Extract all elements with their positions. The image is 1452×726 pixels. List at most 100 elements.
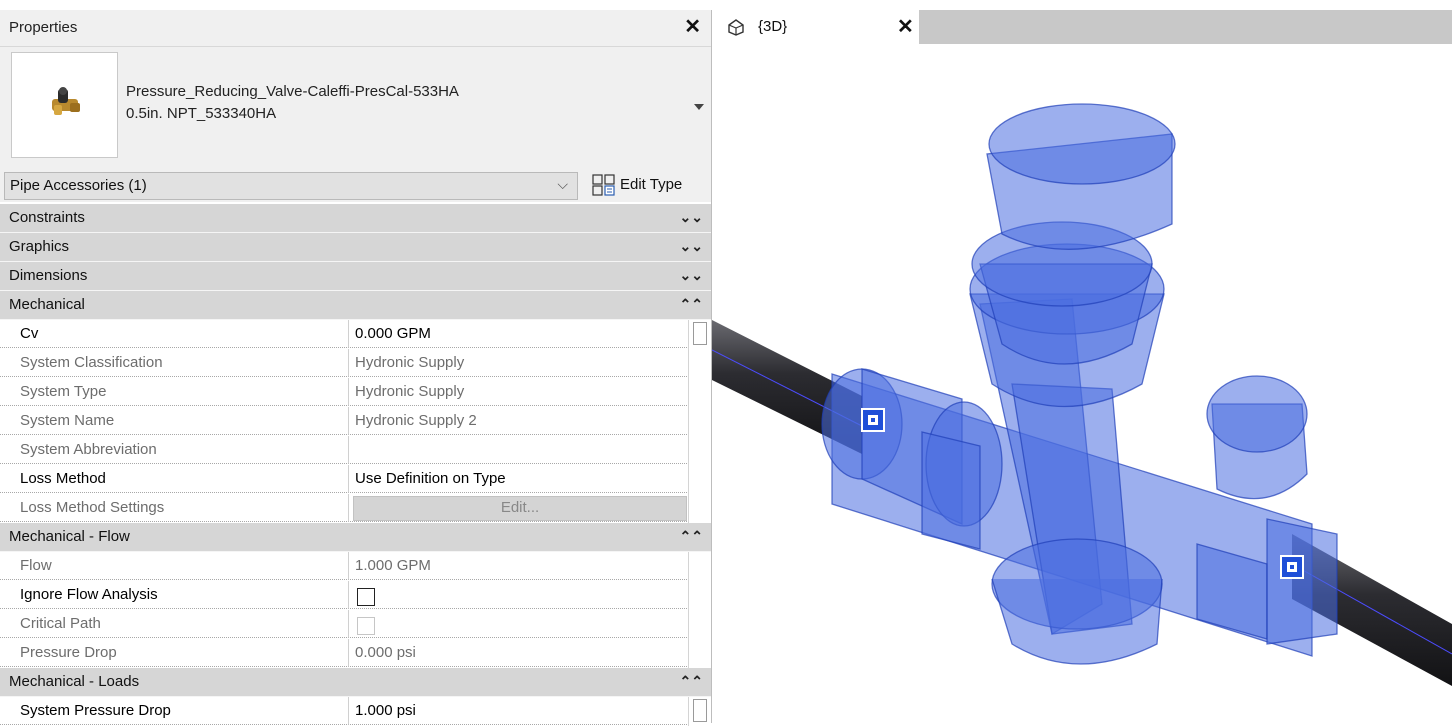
section-mechanical-flow[interactable]: Mechanical - Flow ⌃⌃	[0, 523, 711, 552]
param-row-flow[interactable]: Flow 1.000 GPM	[0, 552, 711, 581]
param-name: Loss Method	[0, 465, 349, 493]
param-name: Loss Method Settings	[0, 494, 349, 522]
param-row-loss-method[interactable]: Loss Method Use Definition on Type	[0, 465, 711, 494]
param-name: System Pressure Drop	[0, 697, 349, 725]
expand-icon[interactable]: ⌄⌄	[680, 267, 703, 284]
expand-icon[interactable]: ⌄⌄	[680, 238, 703, 255]
collapse-icon[interactable]: ⌃⌃	[680, 528, 703, 545]
dropdown-arrow-icon[interactable]	[694, 104, 704, 110]
param-name: Critical Path	[0, 610, 349, 638]
connector-grip-icon[interactable]	[1280, 555, 1304, 579]
param-value[interactable]: Use Definition on Type	[350, 465, 687, 493]
param-row-loss-method-settings[interactable]: Loss Method Settings Edit...	[0, 494, 711, 523]
scrollbar-track[interactable]	[688, 552, 711, 581]
section-dimensions[interactable]: Dimensions ⌄⌄	[0, 262, 711, 291]
view-tab-3d[interactable]: {3D} ✕	[712, 10, 919, 44]
param-value: Hydronic Supply	[350, 349, 687, 377]
3d-view-icon	[728, 19, 744, 36]
param-name: System Name	[0, 407, 349, 435]
scrollbar[interactable]	[688, 320, 711, 349]
collapse-icon[interactable]: ⌃⌃	[680, 296, 703, 313]
param-row-ignore-flow-analysis[interactable]: Ignore Flow Analysis	[0, 581, 711, 610]
param-row-system-name[interactable]: System Name Hydronic Supply 2	[0, 407, 711, 436]
param-name: Flow	[0, 552, 349, 580]
section-label: Graphics	[9, 238, 70, 255]
section-label: Dimensions	[9, 267, 88, 284]
close-icon[interactable]: ✕	[897, 14, 914, 39]
section-label: Mechanical	[9, 296, 85, 313]
param-value: Hydronic Supply 2	[350, 407, 687, 435]
param-row-system-abbreviation[interactable]: System Abbreviation	[0, 436, 711, 465]
section-mechanical-loads[interactable]: Mechanical - Loads ⌃⌃	[0, 668, 711, 697]
critical-path-checkbox	[357, 617, 375, 635]
scrollbar-track[interactable]	[688, 465, 711, 494]
param-row-system-pressure-drop[interactable]: System Pressure Drop 1.000 psi	[0, 697, 711, 726]
scrollbar-track[interactable]	[688, 639, 711, 668]
view-tab-label: {3D}	[758, 18, 788, 35]
scrollbar-track[interactable]	[688, 349, 711, 378]
edit-type-button[interactable]: Edit Type	[586, 171, 706, 199]
param-value: 1.000 GPM	[350, 552, 687, 580]
properties-palette: Properties ✕ Pressure_Reducing_Valve-Cal…	[0, 10, 711, 726]
param-value[interactable]: 1.000 psi	[350, 697, 687, 725]
scrollbar-track[interactable]	[688, 581, 711, 610]
scrollbar[interactable]	[688, 697, 711, 726]
section-label: Mechanical - Loads	[9, 673, 140, 690]
3d-view-window: {3D} ✕	[712, 10, 1452, 723]
family-thumbnail	[11, 52, 118, 158]
type-name: Pressure_Reducing_Valve-Caleffi-PresCal-…	[126, 81, 459, 125]
param-value: 0.000 psi	[350, 639, 687, 667]
param-row-critical-path[interactable]: Critical Path	[0, 610, 711, 639]
type-selector[interactable]: Pressure_Reducing_Valve-Caleffi-PresCal-…	[0, 47, 711, 169]
param-value[interactable]: 0.000 GPM	[350, 320, 687, 348]
param-value-cell	[350, 610, 687, 638]
param-name: Ignore Flow Analysis	[0, 581, 349, 609]
param-name: System Classification	[0, 349, 349, 377]
scrollbar-thumb[interactable]	[693, 322, 707, 345]
section-mechanical[interactable]: Mechanical ⌃⌃	[0, 291, 711, 320]
edit-type-label: Edit Type	[620, 176, 683, 193]
section-graphics[interactable]: Graphics ⌄⌄	[0, 233, 711, 262]
close-icon[interactable]: ✕	[684, 14, 701, 39]
param-name: Cv	[0, 320, 349, 348]
valve-3d-model[interactable]	[821, 103, 1338, 665]
edit-type-icon	[592, 174, 615, 196]
ignore-flow-analysis-checkbox[interactable]	[357, 588, 375, 606]
param-value: Hydronic Supply	[350, 378, 687, 406]
param-row-system-type[interactable]: System Type Hydronic Supply	[0, 378, 711, 407]
loss-method-edit-button[interactable]: Edit...	[353, 496, 687, 521]
scrollbar-thumb[interactable]	[693, 699, 707, 722]
chevron-down-icon: ⌵	[557, 176, 568, 192]
category-filter-label: Pipe Accessories (1)	[10, 177, 147, 194]
param-row-cv[interactable]: Cv 0.000 GPM	[0, 320, 711, 349]
param-value	[350, 436, 687, 464]
view-tab-bar: {3D} ✕	[712, 10, 1452, 44]
scrollbar-track[interactable]	[688, 436, 711, 465]
param-name: System Type	[0, 378, 349, 406]
param-value-cell	[350, 581, 687, 609]
properties-grid: Constraints ⌄⌄ Graphics ⌄⌄ Dimensions ⌄⌄…	[0, 204, 711, 726]
category-filter-dropdown[interactable]: Pipe Accessories (1) ⌵	[4, 172, 578, 200]
type-name-line2: 0.5in. NPT_533340HA	[126, 105, 277, 122]
scrollbar-track[interactable]	[688, 378, 711, 407]
param-row-system-classification[interactable]: System Classification Hydronic Supply	[0, 349, 711, 378]
expand-icon[interactable]: ⌄⌄	[680, 209, 703, 226]
section-constraints[interactable]: Constraints ⌄⌄	[0, 204, 711, 233]
top-strip	[0, 0, 1452, 10]
param-name: System Abbreviation	[0, 436, 349, 464]
section-label: Mechanical - Flow	[9, 528, 130, 545]
properties-title-bar: Properties ✕	[0, 10, 711, 47]
3d-canvas[interactable]	[712, 44, 1452, 723]
section-label: Constraints	[9, 209, 85, 226]
filter-row: Pipe Accessories (1) ⌵ Edit Type	[0, 168, 711, 202]
scrollbar-track[interactable]	[688, 494, 711, 523]
scrollbar-track[interactable]	[688, 407, 711, 436]
param-name: Pressure Drop	[0, 639, 349, 667]
scrollbar-track[interactable]	[688, 610, 711, 639]
valve-thumbnail-icon	[52, 87, 80, 115]
properties-title: Properties	[9, 19, 78, 36]
collapse-icon[interactable]: ⌃⌃	[680, 673, 703, 690]
param-row-pressure-drop[interactable]: Pressure Drop 0.000 psi	[0, 639, 711, 668]
connector-grip-icon[interactable]	[861, 408, 885, 432]
type-name-line1: Pressure_Reducing_Valve-Caleffi-PresCal-…	[126, 83, 459, 100]
